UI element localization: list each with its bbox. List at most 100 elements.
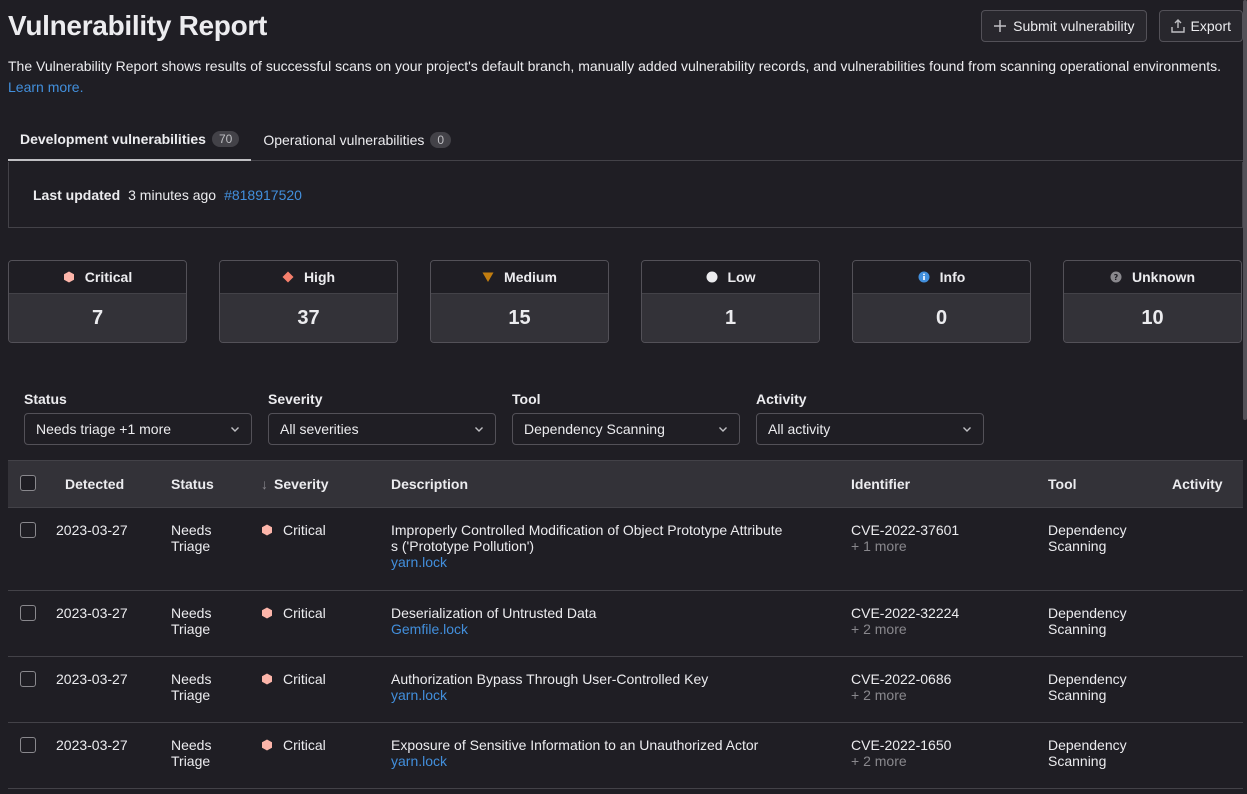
page-header: Vulnerability Report Submit vulnerabilit…: [8, 8, 1243, 44]
tool-text: Scanning: [1048, 621, 1107, 637]
status-text: Triage: [171, 753, 211, 769]
description-title[interactable]: Deserialization of Untrusted Data: [391, 605, 851, 621]
tool-text: Dependency: [1048, 737, 1127, 753]
learn-more-link[interactable]: Learn more.: [8, 79, 83, 95]
card-count: 10: [1064, 294, 1241, 342]
low-severity-icon: [706, 271, 717, 283]
detected-date: 2023-03-27: [56, 605, 128, 621]
card-header: Info: [853, 261, 1030, 294]
card-header: Medium: [431, 261, 608, 294]
identifier-text: CVE-2022-1650: [851, 737, 952, 753]
row-checkbox[interactable]: [20, 671, 36, 687]
medium-severity-icon: [482, 272, 494, 282]
card-count: 15: [431, 294, 608, 342]
status-text: Triage: [171, 687, 211, 703]
file-link[interactable]: yarn.lock: [391, 687, 447, 703]
column-status[interactable]: Status: [171, 476, 261, 492]
description-cell: Improperly Controlled Modification of Ob…: [391, 522, 851, 570]
status-cell: Needs Triage: [171, 737, 261, 769]
description-title[interactable]: Exposure of Sensitive Information to an …: [391, 737, 851, 753]
description-title[interactable]: Authorization Bypass Through User-Contro…: [391, 671, 851, 687]
severity-card-low: Low 1: [641, 260, 820, 343]
file-link[interactable]: yarn.lock: [391, 554, 447, 570]
tool-text: Scanning: [1048, 687, 1107, 703]
tool-dropdown[interactable]: Dependency Scanning: [512, 413, 740, 445]
page-scrollbar[interactable]: [1243, 0, 1247, 420]
row-checkbox[interactable]: [20, 522, 36, 538]
severity-cell: Critical: [261, 737, 391, 753]
table-row[interactable]: 2023-03-27 Needs Triage Critical Deserial…: [8, 591, 1243, 657]
status-dropdown[interactable]: Needs triage +1 more: [24, 413, 252, 445]
row-checkbox[interactable]: [20, 737, 36, 753]
intro-text: The Vulnerability Report shows results o…: [8, 56, 1228, 98]
card-label: Unknown: [1132, 269, 1195, 285]
identifier-more: + 2 more: [851, 687, 907, 703]
card-count: 0: [853, 294, 1030, 342]
description-cell: Exposure of Sensitive Information to an …: [391, 737, 851, 769]
header-checkbox-cell: [8, 474, 56, 494]
file-link[interactable]: Gemfile.lock: [391, 621, 468, 637]
severity-text: Critical: [283, 737, 326, 753]
row-checkbox-cell: [8, 605, 56, 624]
intro-description: The Vulnerability Report shows results o…: [8, 58, 1222, 74]
column-detected[interactable]: Detected: [56, 476, 171, 492]
table-row[interactable]: 2023-03-27 Needs Triage Critical Exposure…: [8, 723, 1243, 789]
severity-card-critical: Critical 7: [8, 260, 187, 343]
column-severity[interactable]: ↓ Severity: [261, 476, 391, 492]
vulnerability-tabs: Development vulnerabilities 70 Operation…: [8, 118, 1243, 161]
detected-date: 2023-03-27: [56, 671, 128, 687]
column-label: Severity: [274, 476, 329, 492]
card-count: 37: [220, 294, 397, 342]
activity-filter: Activity All activity: [756, 390, 984, 445]
severity-filter: Severity All severities: [268, 390, 496, 445]
row-checkbox-cell: [8, 671, 56, 690]
identifier-more: + 1 more: [851, 538, 907, 554]
identifier-cell: CVE-2022-0686 + 2 more: [851, 671, 1048, 703]
description-cell: Authorization Bypass Through User-Contro…: [391, 671, 851, 703]
severity-cell: Critical: [261, 671, 391, 687]
tab-development-vulnerabilities[interactable]: Development vulnerabilities 70: [8, 118, 252, 161]
sort-arrow-down-icon: ↓: [261, 476, 268, 492]
last-updated-time: 3 minutes ago: [128, 186, 217, 203]
chevron-down-icon: [719, 427, 727, 432]
critical-severity-icon: [262, 607, 272, 619]
status-text: Triage: [171, 621, 211, 637]
description-title-wrap[interactable]: s ('Prototype Pollution'): [391, 538, 851, 554]
status-cell: Needs Triage: [171, 605, 261, 637]
identifier-text: CVE-2022-37601: [851, 522, 960, 538]
row-checkbox[interactable]: [20, 605, 36, 621]
info-severity-icon: [918, 271, 930, 283]
tool-text: Scanning: [1048, 538, 1107, 554]
activity-dropdown[interactable]: All activity: [756, 413, 984, 445]
card-count: 7: [9, 294, 186, 342]
severity-counts: Critical 7 High 37 Medium 15 Low 1 Info …: [8, 260, 1242, 343]
tab-operational-vulnerabilities[interactable]: Operational vulnerabilities 0: [251, 118, 463, 161]
detected-date: 2023-03-27: [56, 737, 128, 753]
table-row[interactable]: 2023-03-27 Needs Triage Critical Improper…: [8, 508, 1243, 591]
submit-vulnerability-button[interactable]: Submit vulnerability: [981, 10, 1147, 42]
severity-dropdown[interactable]: All severities: [268, 413, 496, 445]
select-all-checkbox[interactable]: [20, 474, 36, 491]
card-label: Low: [727, 269, 756, 285]
card-label: High: [303, 269, 336, 285]
identifier-more: + 2 more: [851, 621, 907, 637]
severity-card-high: High 37: [219, 260, 398, 343]
dropdown-value: Dependency Scanning: [524, 421, 665, 437]
column-description: Description: [391, 476, 469, 492]
table-row[interactable]: 2023-03-27 Needs Triage Critical Authoriz…: [8, 657, 1243, 723]
dropdown-value: All activity: [768, 421, 831, 437]
critical-severity-icon: [63, 271, 74, 283]
filter-label: Severity: [268, 391, 323, 407]
plus-icon: [994, 20, 1007, 32]
column-tool[interactable]: Tool: [1048, 476, 1172, 492]
file-link[interactable]: yarn.lock: [391, 753, 447, 769]
filter-label: Status: [24, 391, 67, 407]
identifier-cell: CVE-2022-32224 + 2 more: [851, 605, 1048, 637]
tab-label: Development vulnerabilities: [20, 130, 206, 147]
status-text: Needs: [171, 605, 212, 621]
export-button[interactable]: Export: [1158, 10, 1243, 42]
pipeline-link[interactable]: #818917520: [224, 187, 302, 203]
export-icon: [1170, 19, 1185, 33]
description-title[interactable]: Improperly Controlled Modification of Ob…: [391, 522, 851, 538]
status-cell: Needs Triage: [171, 671, 261, 703]
